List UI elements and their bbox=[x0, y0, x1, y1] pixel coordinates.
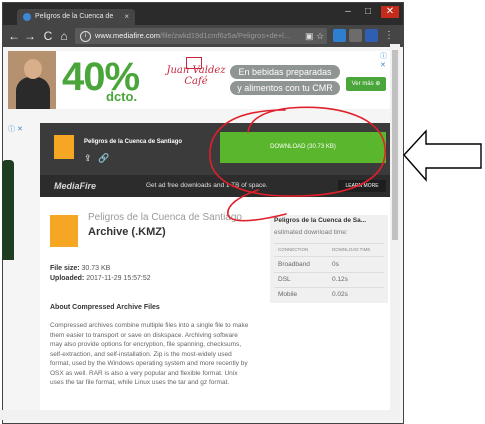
tab-title: Peligros de la Cuenca de bbox=[35, 13, 114, 20]
extension-icon-2[interactable] bbox=[349, 29, 362, 42]
reload-button[interactable]: C bbox=[41, 29, 55, 43]
file-icon bbox=[54, 135, 74, 159]
download-time-heading: Peligros de la Cuenca de Sa... bbox=[274, 217, 367, 224]
ad-line-1: En bebidas preparadas bbox=[230, 65, 340, 79]
learn-more-button[interactable]: LEARN MORE bbox=[338, 180, 386, 192]
forward-button[interactable]: → bbox=[23, 29, 37, 43]
col-download-time: DOWNLOAD TIME bbox=[332, 247, 371, 252]
file-uploaded: Uploaded: 2017-11-29 15:57:52 bbox=[50, 275, 151, 282]
file-size: File size: 30.73 KB bbox=[50, 265, 110, 272]
table-divider bbox=[274, 272, 384, 273]
back-button[interactable]: ← bbox=[7, 29, 21, 43]
ad-dcto: dcto. bbox=[106, 89, 138, 104]
translate-icon[interactable]: ▣ bbox=[305, 28, 314, 44]
download-time-subheading: estimated download time: bbox=[274, 229, 348, 236]
url-domain: www.mediafire.com bbox=[95, 31, 161, 40]
close-window-button[interactable]: ✕ bbox=[381, 6, 399, 18]
file-size-value: 30.73 KB bbox=[81, 265, 111, 272]
file-size-label: File size: bbox=[50, 265, 80, 272]
side-ad-close-icon[interactable]: ⓘ ✕ bbox=[8, 124, 23, 134]
table-divider bbox=[274, 243, 384, 244]
table-divider bbox=[274, 287, 384, 288]
minimize-button[interactable]: – bbox=[339, 6, 357, 18]
mediafire-favicon-icon bbox=[23, 13, 31, 21]
table-cell: Broadband bbox=[278, 261, 310, 268]
maximize-button[interactable]: □ bbox=[359, 6, 377, 18]
ad-brand: Juan Valdez Café bbox=[166, 65, 226, 87]
ad-banner[interactable]: 40% dcto. Juan Valdez Café En bebidas pr… bbox=[8, 51, 390, 109]
tab-bar: Peligros de la Cuenca de × – □ ✕ bbox=[3, 3, 403, 25]
ad-photo-body bbox=[16, 77, 50, 109]
table-cell: 0.02s bbox=[332, 291, 348, 298]
share-icon[interactable]: ⇪ bbox=[84, 153, 92, 164]
download-panel: Peligros de la Cuenca de Santiago ⇪ 🔗 DO… bbox=[40, 123, 390, 197]
file-title: Peligros de la Cuenca de Santiago bbox=[88, 212, 242, 223]
site-info-icon[interactable]: i bbox=[80, 31, 91, 42]
link-icon[interactable]: 🔗 bbox=[98, 153, 109, 164]
ad-cta-button[interactable]: Ver más ⊕ bbox=[346, 77, 386, 91]
ad-photo-head bbox=[24, 59, 42, 79]
uploaded-label: Uploaded: bbox=[50, 275, 85, 282]
archive-file-icon bbox=[50, 215, 78, 247]
ad-photo bbox=[8, 51, 56, 109]
download-file-name: Peligros de la Cuenca de Santiago bbox=[84, 139, 183, 145]
address-bar[interactable]: i www.mediafire.com/file/zwkd19d1cmf6z5a… bbox=[75, 28, 327, 44]
file-details: Peligros de la Cuenca de Santiago Archiv… bbox=[40, 197, 390, 410]
download-button[interactable]: DOWNLOAD (30.73 KB) bbox=[220, 132, 386, 163]
address-toolbar: ← → C ⌂ i www.mediafire.com/file/zwkd19d… bbox=[3, 25, 403, 47]
col-connection: CONNECTION bbox=[278, 247, 309, 252]
horizontal-scrollbar[interactable] bbox=[0, 410, 390, 420]
ad-close-icon[interactable]: ⓘ ✕ bbox=[380, 51, 390, 69]
menu-kebab-icon[interactable]: ⋮ bbox=[384, 29, 394, 43]
file-type: Archive (.KMZ) bbox=[88, 226, 166, 238]
ad-line-2: y alimentos con tu CMR bbox=[230, 81, 340, 95]
table-divider bbox=[274, 256, 384, 257]
tab-mediafire[interactable]: Peligros de la Cuenca de × bbox=[17, 9, 135, 25]
bookmark-star-icon[interactable]: ☆ bbox=[316, 28, 324, 44]
pointer-arrow-icon bbox=[403, 129, 482, 182]
about-title: About Compressed Archive Files bbox=[50, 304, 160, 311]
side-ad-bottle[interactable] bbox=[2, 160, 14, 260]
extension-icon-1[interactable] bbox=[333, 29, 346, 42]
url-path: /file/zwkd19d1cmf6z5a/Peligros+de+l... bbox=[160, 31, 291, 40]
url-text: www.mediafire.com/file/zwkd19d1cmf6z5a/P… bbox=[95, 28, 295, 44]
table-cell: 0.12s bbox=[332, 276, 348, 283]
download-time-table: Peligros de la Cuenca de Sa... estimated… bbox=[270, 215, 388, 303]
table-cell: 0s bbox=[332, 261, 339, 268]
uploaded-value: 2017-11-29 15:57:52 bbox=[86, 275, 151, 282]
home-button[interactable]: ⌂ bbox=[57, 29, 71, 43]
table-cell: DSL bbox=[278, 276, 291, 283]
extension-icon-3[interactable] bbox=[365, 29, 378, 42]
promo-text: Get ad free downloads and 1 TB of space. bbox=[146, 182, 268, 189]
scrollbar-thumb[interactable] bbox=[392, 50, 398, 240]
table-cell: Mobile bbox=[278, 291, 298, 298]
about-text: Compressed archives combine multiple fil… bbox=[50, 322, 249, 386]
tab-close-icon[interactable]: × bbox=[124, 9, 129, 25]
mediafire-logo[interactable]: MediaFire bbox=[54, 181, 96, 191]
